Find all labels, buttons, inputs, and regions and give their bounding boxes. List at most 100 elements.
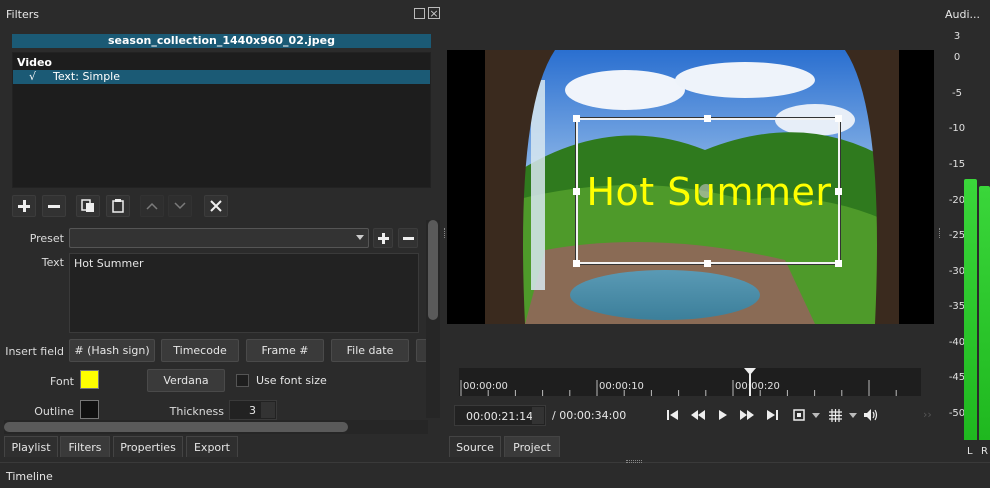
tab-export[interactable]: Export [186, 436, 238, 457]
skip-previous-icon [667, 410, 678, 420]
current-time-field[interactable]: 00:00:21:14 [454, 405, 546, 426]
tab-source[interactable]: Source [449, 436, 501, 457]
skip-to-start-button[interactable] [662, 404, 684, 426]
preset-label: Preset [29, 232, 64, 245]
channel-label-left: L [967, 446, 973, 457]
chevron-down-icon [174, 202, 186, 210]
play-icon [719, 410, 727, 420]
zoom-fit-icon [793, 409, 805, 421]
meter-scale-label: -15 [948, 159, 966, 171]
tab-project[interactable]: Project [504, 436, 560, 457]
resize-handle[interactable] [573, 260, 580, 267]
current-time-value: 00:00:21:14 [466, 410, 534, 423]
insert-file-date-button[interactable]: File date [331, 339, 409, 362]
thickness-label: Thickness [169, 405, 224, 418]
ruler-ticks [460, 380, 897, 396]
plus-icon [18, 200, 30, 212]
add-filter-button[interactable] [12, 195, 36, 217]
video-viewport[interactable]: Hot Summer [447, 50, 934, 324]
paste-filter-button[interactable] [106, 195, 130, 217]
audio-meter-panel: Audi... 3 0 -5 -10 -15 -20 -25 -30 -35 -40 -45 -50 … [942, 0, 990, 462]
copy-filter-button[interactable] [76, 195, 100, 217]
zoom-button[interactable] [788, 404, 810, 426]
timeline-ruler[interactable]: 00:00:00 00:00:10 00:00:20 [459, 368, 921, 396]
audio-meter-title: Audi... [945, 8, 981, 21]
meter-scale-label: -10 [948, 123, 966, 135]
chevron-up-icon [146, 202, 158, 210]
skip-to-end-button[interactable] [761, 404, 783, 426]
timeline-label: Timeline [6, 470, 53, 483]
meter-bar-left [964, 179, 977, 440]
splitter-grip[interactable] [939, 228, 941, 238]
filter-item-label: Text: Simple [53, 70, 121, 83]
meter-scale-label: -5 [952, 87, 962, 99]
move-down-button[interactable] [168, 195, 192, 217]
thickness-value: 3 [249, 404, 256, 417]
filter-list[interactable]: Video √ Text: Simple [12, 52, 431, 188]
outline-label: Outline [34, 405, 74, 418]
preset-dropdown[interactable] [69, 228, 369, 248]
plus-icon [377, 232, 389, 244]
remove-filter-button[interactable] [42, 195, 66, 217]
spin-arrows-icon[interactable] [261, 402, 275, 418]
close-panel-icon[interactable]: × [428, 7, 440, 20]
resize-handle[interactable] [573, 115, 580, 122]
rewind-button[interactable] [687, 404, 709, 426]
tab-playlist[interactable]: Playlist [4, 436, 58, 457]
filters-panel-title: Filters [6, 8, 39, 21]
deselect-filter-button[interactable] [204, 195, 228, 217]
use-font-size-checkbox[interactable] [236, 374, 249, 387]
tab-filters[interactable]: Filters [60, 436, 110, 457]
outline-color-swatch[interactable] [80, 400, 99, 419]
float-icon[interactable] [414, 8, 425, 19]
grid-button[interactable] [824, 404, 846, 426]
vertical-scroll-thumb[interactable] [428, 220, 438, 320]
insert-frame-button[interactable]: Frame # [246, 339, 324, 362]
text-label: Text [41, 256, 64, 269]
horizontal-scrollbar[interactable] [4, 420, 428, 434]
thickness-spinbox[interactable]: 3 [229, 400, 277, 420]
channel-label-right: R [981, 446, 988, 457]
filter-item-text-simple[interactable]: √ Text: Simple [13, 70, 430, 84]
minus-icon [402, 236, 414, 240]
meter-scale-label: 0 [953, 52, 961, 64]
zoom-dropdown-icon[interactable] [812, 413, 820, 418]
play-button[interactable] [712, 404, 734, 426]
font-select-button[interactable]: Verdana [147, 369, 225, 392]
rewind-icon [691, 410, 705, 420]
vertical-scrollbar[interactable] [426, 220, 440, 418]
tab-properties[interactable]: Properties [113, 436, 183, 457]
horizontal-scroll-thumb[interactable] [4, 422, 348, 432]
resize-handle[interactable] [704, 260, 711, 267]
insert-hash-sign-button[interactable]: # (Hash sign) [69, 339, 155, 362]
insert-timecode-button[interactable]: Timecode [161, 339, 239, 362]
volume-button[interactable] [861, 404, 883, 426]
meter-scale-label: 3 [953, 31, 961, 42]
font-color-swatch[interactable] [80, 370, 99, 389]
move-up-button[interactable] [140, 195, 164, 217]
splitter-grip[interactable] [444, 228, 446, 238]
meter-bar-right [979, 186, 990, 440]
filters-panel: Filters × season_collection_1440x960_02.… [0, 0, 444, 462]
skip-next-icon [767, 410, 778, 420]
timeline-bar: Timeline [0, 462, 990, 488]
fast-forward-button[interactable] [736, 404, 758, 426]
grid-dropdown-icon[interactable] [849, 413, 857, 418]
splitter-handle[interactable] [626, 460, 642, 463]
delete-preset-button[interactable] [398, 228, 418, 248]
total-duration: / 00:00:34:00 [552, 409, 627, 422]
text-input[interactable]: Hot Summer [69, 253, 419, 333]
spin-arrows-icon[interactable] [532, 407, 544, 424]
resize-handle[interactable] [704, 115, 711, 122]
fast-forward-icon [740, 410, 754, 420]
text-input-value: Hot Summer [74, 257, 144, 270]
minus-icon [48, 205, 60, 208]
resize-handle[interactable] [835, 115, 842, 122]
filter-enabled-checkbox[interactable]: √ [29, 70, 36, 83]
close-icon [210, 200, 222, 212]
more-chevron-icon[interactable]: ›› [923, 408, 932, 421]
ruler-tick-label: 00:00:00 [463, 381, 508, 392]
save-preset-button[interactable] [373, 228, 393, 248]
resize-handle[interactable] [835, 260, 842, 267]
ruler-tick-label: 00:00:20 [735, 381, 780, 392]
